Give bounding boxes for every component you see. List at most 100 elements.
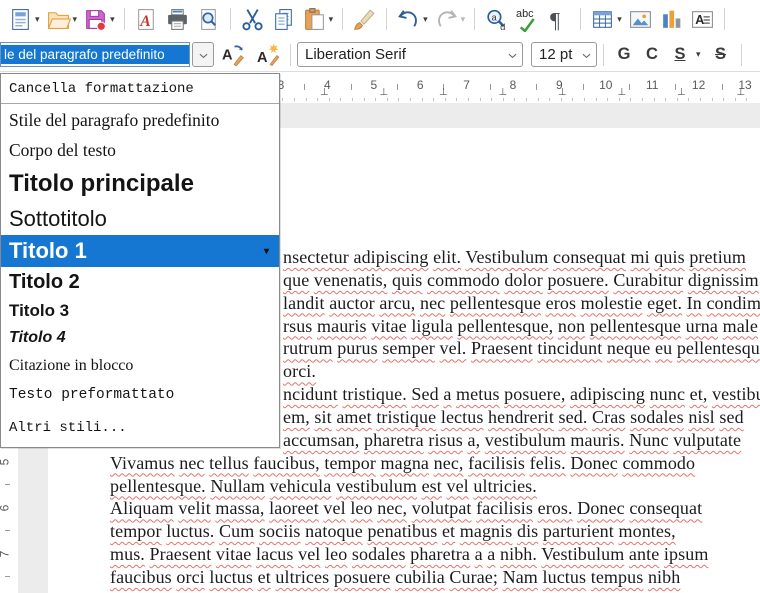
font-name-value: Liberation Serif	[305, 46, 406, 63]
dropdown-arrow-icon[interactable]: ▾	[423, 14, 428, 25]
export-pdf-button[interactable]: A	[131, 4, 162, 34]
writer-window: ▾ ▾ ▾ A ▾ ▾ ▾ a d abc ¶ ▾ A le del paragrafo predefi…	[0, 0, 760, 593]
tab-stop-marker[interactable]: ⊥	[558, 87, 567, 98]
ruler-number: 6	[416, 78, 424, 92]
paste-icon	[302, 7, 327, 32]
find-replace-button[interactable]: ad	[481, 4, 512, 34]
toolbar-separator	[342, 8, 344, 30]
style-item-stile-del-paragrafo-predefinito[interactable]: Stile del paragrafo predefinito	[1, 105, 279, 135]
document-text-line: nsectetur adipiscing elit. Vestibulum co…	[283, 247, 746, 267]
tab-stop-marker[interactable]: ⊥	[380, 87, 389, 98]
style-item-label: Titolo principale	[9, 169, 194, 197]
tab-stop-marker[interactable]: ⊥	[737, 87, 746, 98]
ruler-tick	[350, 84, 352, 90]
insert-chart-button[interactable]	[656, 4, 687, 34]
document-text-line: que venenatis, quis commodo dolor posuer…	[283, 269, 759, 290]
print-preview-button[interactable]	[193, 4, 224, 34]
ruler-minor-tick	[572, 98, 574, 101]
copy-button[interactable]	[268, 4, 299, 34]
paragraph-style-dropdown-button[interactable]	[192, 42, 214, 67]
bold-button[interactable]: G	[610, 45, 638, 64]
dropdown-arrow-icon[interactable]: ▾	[329, 14, 334, 25]
ruler-minor-tick	[618, 98, 620, 101]
tab-stop-marker[interactable]: ⊥	[618, 87, 627, 98]
undo-icon	[396, 7, 421, 32]
document-text-line: accumsan, pharetra risus a, vestibulum m…	[283, 429, 742, 450]
style-item-corpo-del-testo[interactable]: Corpo del testo	[1, 135, 279, 165]
toolbar-separator	[580, 8, 582, 30]
ruler-minor-tick	[526, 98, 527, 101]
strikethrough-button[interactable]: S	[707, 45, 735, 64]
ruler-minor-tick	[352, 98, 353, 101]
dropdown-arrow-icon[interactable]: ▾	[73, 14, 78, 25]
chevron-down-icon[interactable]	[582, 46, 591, 63]
tab-stop-marker[interactable]: ⊥	[677, 87, 686, 98]
ruler-minor-tick	[456, 98, 458, 101]
dropdown-arrow-icon: ▾	[460, 13, 466, 24]
dropdown-arrow-icon[interactable]: ▾	[617, 14, 622, 25]
tab-stop-marker[interactable]: ⊥	[320, 87, 329, 98]
style-item-titolo-3[interactable]: Titolo 3	[1, 298, 279, 324]
ruler-tick	[721, 84, 723, 90]
tab-stop-marker[interactable]: ⊥	[439, 87, 448, 98]
ruler-minor-tick	[514, 98, 516, 101]
chevron-down-icon[interactable]	[508, 46, 517, 63]
ruler-tick	[5, 576, 10, 577]
style-item-titolo-1[interactable]: Titolo 1 ▾	[1, 235, 279, 267]
style-item-sottotitolo[interactable]: Sottotitolo	[1, 202, 279, 235]
spelling-button[interactable]: abc	[512, 4, 543, 34]
save-button[interactable]: ▾	[80, 4, 118, 34]
ruler-minor-tick	[653, 98, 655, 101]
dropdown-arrow-icon[interactable]: ▾	[35, 14, 40, 25]
document-text-line: tempor luctus. Cum sociis natoque penati…	[110, 521, 676, 542]
ruler-minor-tick	[421, 98, 423, 101]
insert-image-button[interactable]	[625, 4, 656, 34]
style-item-altri-stili[interactable]: Altri stili...	[1, 410, 279, 446]
insert-table-button[interactable]: ▾	[587, 4, 625, 34]
ruler-minor-tick	[502, 98, 504, 101]
insert-textbox-button[interactable]: A	[687, 4, 718, 34]
insert-textbox-icon: A	[690, 7, 715, 32]
paste-button[interactable]: ▾	[299, 4, 337, 34]
new-document-icon	[8, 7, 33, 32]
font-size-combo[interactable]: 12 pt	[531, 42, 597, 67]
style-item-titolo-2[interactable]: Titolo 2	[1, 267, 279, 298]
dropdown-arrow-icon[interactable]: ▾	[110, 14, 115, 25]
style-item-testo-preformattato[interactable]: Testo preformattato	[1, 380, 279, 410]
underline-button[interactable]: S	[666, 45, 694, 64]
style-item-label: Cancella formattazione	[9, 80, 194, 97]
new-document-button[interactable]: ▾	[5, 4, 43, 34]
underline-dropdown-arrow[interactable]: ▾	[696, 49, 701, 60]
document-text-line: pellentesque. Nullam vehicula vestibulum…	[110, 475, 537, 496]
update-style-icon: A	[221, 42, 246, 67]
print-icon	[165, 7, 190, 32]
svg-text:a: a	[492, 12, 498, 22]
new-style-button[interactable]: A	[253, 40, 284, 70]
style-item-titolo-4[interactable]: Titolo 4	[1, 324, 279, 352]
menu-separator	[1, 103, 279, 104]
update-style-button[interactable]: A	[218, 40, 249, 70]
clone-formatting-button[interactable]	[349, 4, 380, 34]
style-item-citazione-in-blocco[interactable]: Citazione in blocco	[1, 352, 279, 380]
print-button[interactable]	[162, 4, 193, 34]
style-item-titolo-principale[interactable]: Titolo principale	[1, 165, 279, 202]
style-item-cancella-formattazione[interactable]: Cancella formattazione	[1, 75, 279, 102]
undo-button[interactable]: ▾	[393, 4, 431, 34]
ruler-minor-tick	[584, 98, 585, 101]
document-text-line: Aliquam velit massa, laoreet vel leo nec…	[110, 498, 703, 519]
cut-button[interactable]	[237, 4, 268, 34]
ruler-minor-tick	[491, 98, 493, 101]
document-text-line: rsus mauris vitae ligula pellentesque, n…	[283, 315, 758, 336]
ruler-minor-tick	[700, 98, 701, 101]
save-icon	[83, 7, 108, 32]
standard-toolbar: ▾ ▾ ▾ A ▾ ▾ ▾ a d abc ¶ ▾ A	[0, 0, 760, 38]
open-button[interactable]: ▾	[43, 4, 81, 34]
ruler-minor-tick	[560, 98, 562, 101]
italic-button[interactable]: C	[638, 45, 666, 64]
formatting-marks-button[interactable]: ¶	[543, 4, 574, 34]
ruler-minor-tick	[282, 98, 284, 101]
font-name-combo[interactable]: Liberation Serif	[297, 42, 523, 67]
tab-stop-marker[interactable]: ⊥	[499, 87, 508, 98]
clone-formatting-icon	[352, 7, 377, 32]
paragraph-style-input[interactable]: le del paragrafo predefinito	[0, 42, 190, 67]
